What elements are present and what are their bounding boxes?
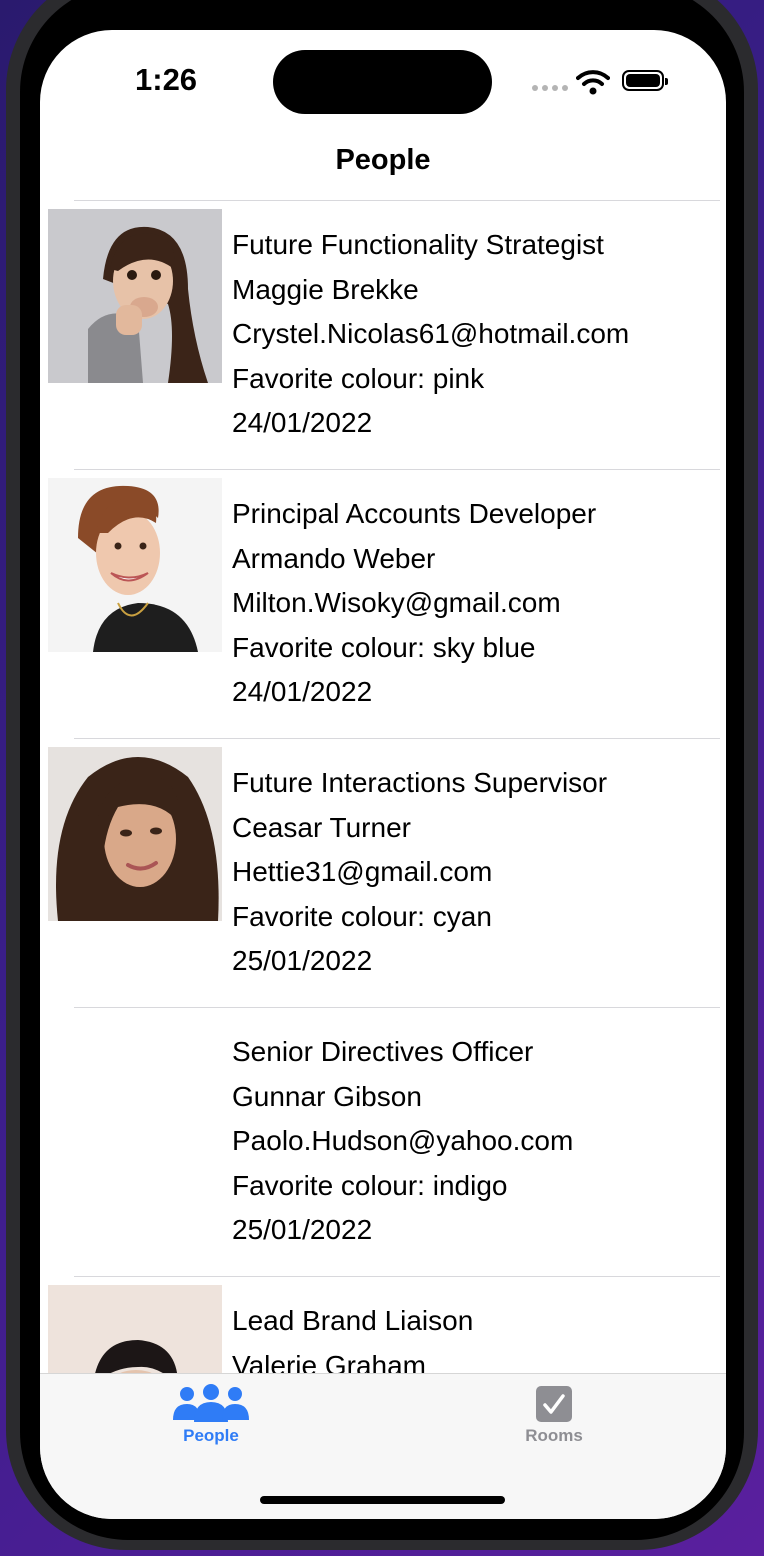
person-title: Senior Directives Officer: [232, 1036, 534, 1067]
person-email: Crystel.Nicolas61@hotmail.com: [232, 318, 630, 349]
list-item[interactable]: Senior Directives Officer Gunnar Gibson …: [40, 1008, 726, 1276]
photo-woman-long-hair: [48, 747, 222, 921]
checkbox-icon: [536, 1386, 572, 1422]
tab-rooms-label: Rooms: [525, 1426, 583, 1445]
person-date: 25/01/2022: [232, 1214, 373, 1245]
tab-rooms[interactable]: Rooms: [474, 1384, 634, 1446]
person-email: Milton.Wisoky@gmail.com: [232, 587, 561, 618]
person-favorite-colour: Favorite colour: sky blue: [232, 631, 536, 663]
tab-people-label: People: [183, 1426, 239, 1445]
list-item[interactable]: Lead Brand Liaison Valerie Graham: [40, 1277, 726, 1373]
tab-people[interactable]: People: [131, 1384, 291, 1446]
person-email: Paolo.Hudson@yahoo.com: [232, 1125, 574, 1156]
person-title: Principal Accounts Developer: [232, 498, 597, 529]
battery-icon: [622, 70, 668, 91]
status-bar: 1:26: [40, 30, 726, 130]
person-favorite-colour: Favorite colour: indigo: [232, 1169, 508, 1201]
person-name: Valerie Graham: [232, 1349, 427, 1374]
list-item[interactable]: Future Interactions Supervisor Ceasar Tu…: [40, 739, 726, 1007]
status-time: 1:26: [135, 62, 198, 97]
person-name: Armando Weber: [232, 542, 436, 574]
person-title: Lead Brand Liaison: [232, 1305, 474, 1336]
dynamic-island: [273, 50, 492, 114]
person-title: Future Interactions Supervisor: [232, 767, 608, 798]
person-date: 25/01/2022: [232, 945, 373, 976]
person-email: Hettie31@gmail.com: [232, 856, 493, 887]
person-photo: [48, 747, 222, 921]
person-photo: [48, 1285, 222, 1373]
home-indicator[interactable]: [260, 1496, 505, 1504]
person-favorite-colour: Favorite colour: pink: [232, 362, 485, 394]
list-item[interactable]: Future Functionality Strategist Maggie B…: [40, 201, 726, 469]
person-name: Maggie Brekke: [232, 273, 419, 305]
person-date: 24/01/2022: [232, 676, 373, 707]
page-title: People: [335, 144, 431, 176]
person-photo: [48, 209, 222, 383]
people-icon: [173, 1384, 249, 1422]
people-list[interactable]: Future Functionality Strategist Maggie B…: [40, 200, 726, 1373]
photo-person-partial: [48, 1285, 222, 1373]
list-item[interactable]: Principal Accounts Developer Armando Web…: [40, 470, 726, 738]
app-screen: 1:26 People Future Functionality Strateg…: [40, 30, 726, 1519]
cellular-signal-icon: [532, 85, 568, 91]
photo-woman-smiling: [48, 478, 222, 652]
person-title: Future Functionality Strategist: [232, 229, 604, 260]
person-name: Gunnar Gibson: [232, 1080, 422, 1112]
person-photo: [48, 478, 222, 652]
wifi-icon: [576, 70, 610, 95]
photo-woman-surprised: [48, 209, 222, 383]
person-name: Ceasar Turner: [232, 811, 411, 843]
person-date: 24/01/2022: [232, 407, 373, 438]
person-favorite-colour: Favorite colour: cyan: [232, 900, 492, 932]
